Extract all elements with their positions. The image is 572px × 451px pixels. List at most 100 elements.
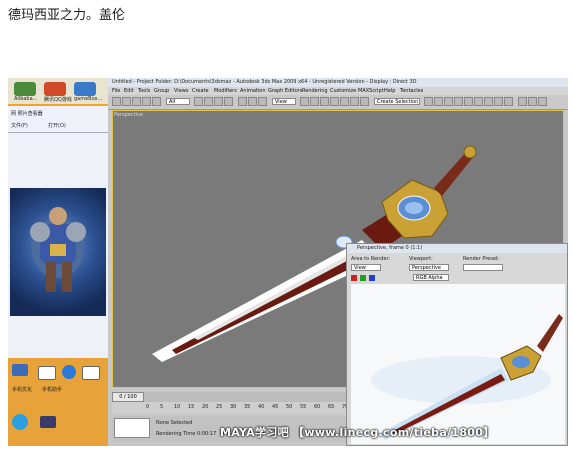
menu-create[interactable]: Create (192, 88, 209, 94)
bind-icon[interactable] (152, 97, 161, 106)
blue-channel-toggle[interactable] (369, 275, 375, 281)
media-player-icon[interactable] (82, 366, 100, 380)
restore-icon[interactable] (528, 97, 537, 106)
render-preset-label: Render Preset: (463, 256, 500, 262)
render-canvas (351, 284, 565, 444)
manipulate-icon[interactable] (310, 97, 319, 106)
menu-graph-editors[interactable]: Graph Editors (268, 88, 302, 94)
channel-dropdown[interactable]: RGB Alpha (413, 274, 449, 281)
hero-figure (30, 207, 86, 292)
render-production-icon[interactable] (504, 97, 513, 106)
schematic-view-icon[interactable] (464, 97, 473, 106)
selection-filter-dropdown[interactable]: All (166, 98, 190, 105)
menu-maxscript[interactable]: MAXScript (358, 88, 384, 94)
timeline-tick: 0 (146, 404, 150, 410)
maxscript-listener[interactable] (114, 418, 150, 438)
align-icon[interactable] (434, 97, 443, 106)
named-selection-set-dropdown[interactable]: Create Selection Set (374, 98, 420, 105)
select-icon[interactable] (194, 97, 203, 106)
red-channel-toggle[interactable] (351, 275, 357, 281)
watermark-text: MAYA学习吧 【www.linecg.com/tieba/1800】 (220, 426, 495, 439)
mirror-icon[interactable] (424, 97, 433, 106)
timeline-tick: 65 (328, 404, 335, 410)
viewer-menu-open[interactable]: 打开(O) (48, 122, 66, 129)
desktop-icon-3[interactable]: gameBox... (74, 82, 102, 102)
area-to-render-label: Area to Render: (351, 256, 391, 262)
rendered-frame-window-icon[interactable] (494, 97, 503, 106)
menu-animation[interactable]: Animation (240, 88, 266, 94)
curve-editor-icon[interactable] (454, 97, 463, 106)
scale-icon[interactable] (258, 97, 267, 106)
reference-coord-dropdown[interactable]: View (272, 98, 296, 105)
timeline-tick: 20 (202, 404, 209, 410)
pivot-icon[interactable] (300, 97, 309, 106)
angle-snap-icon[interactable] (330, 97, 339, 106)
menu-edit[interactable]: Edit (124, 88, 134, 94)
viewer-title: 网 照片查看器 (11, 111, 43, 117)
unlink-icon[interactable] (142, 97, 151, 106)
render-setup-icon[interactable] (484, 97, 493, 106)
max-window: Untitled - Project Folder: D:\Documents\… (108, 78, 568, 446)
menu-tools[interactable]: Tools (138, 88, 150, 94)
snap-icon[interactable] (320, 97, 329, 106)
timeline-tick: 10 (174, 404, 181, 410)
rect-select-icon[interactable] (214, 97, 223, 106)
timeline-tick: 25 (216, 404, 223, 410)
rendered-frame-window: Perspective, frame 0 (1:1) Area to Rende… (346, 243, 568, 446)
spinner-snap-icon[interactable] (350, 97, 359, 106)
link-icon[interactable] (132, 97, 141, 106)
render-preset-dropdown[interactable] (463, 264, 503, 271)
render-time-status: Rendering Time 0:00:17 (156, 431, 217, 437)
taskbar-app-icon[interactable] (12, 364, 28, 376)
media-player-icon[interactable] (38, 366, 56, 380)
redo-icon[interactable] (122, 97, 131, 106)
maximize-icon[interactable] (518, 97, 527, 106)
menu-file[interactable]: File (112, 88, 120, 94)
move-icon[interactable] (238, 97, 247, 106)
frame-counter[interactable]: 0 / 100 (112, 392, 144, 402)
edit-named-selection-icon[interactable] (360, 97, 369, 106)
material-editor-icon[interactable] (474, 97, 483, 106)
screenshot-image: Alibaba... 腾讯QQ游戏 gameBox... 网 照片查看器 文件(… (8, 78, 568, 446)
main-toolbar: All View Create Selection Set (108, 95, 568, 110)
timeline-tick: 30 (230, 404, 237, 410)
menu-tentacles[interactable]: Tentacles (400, 88, 423, 94)
max-title-bar: Untitled - Project Folder: D:\Documents\… (108, 78, 568, 87)
layer-manager-icon[interactable] (444, 97, 453, 106)
green-channel-toggle[interactable] (360, 275, 366, 281)
menu-help[interactable]: Help (384, 88, 395, 94)
select-by-name-icon[interactable] (204, 97, 213, 106)
app-icon (44, 82, 66, 96)
menu-modifiers[interactable]: Modifiers (214, 88, 237, 94)
menu-views[interactable]: Views (174, 88, 188, 94)
hero-artwork-image (10, 188, 106, 316)
timeline-tick: 40 (258, 404, 265, 410)
qq-icon[interactable] (12, 414, 28, 430)
close-icon[interactable] (538, 97, 547, 106)
desktop-taskbar: 手机优化 手机助手 (8, 358, 108, 446)
divider (8, 132, 108, 133)
desktop-icon-1[interactable]: Alibaba... (14, 82, 37, 102)
menu-customize[interactable]: Customize (330, 88, 356, 94)
window-crossing-icon[interactable] (224, 97, 233, 106)
rendered-sword-image (371, 314, 563, 440)
play-button[interactable] (62, 365, 76, 379)
undo-icon[interactable] (112, 97, 121, 106)
menu-group[interactable]: Group (154, 88, 169, 94)
menu-bar: File Edit Tools Group Views Create Modif… (108, 87, 568, 95)
page-title: 德玛西亚之力。盖伦 (8, 8, 126, 23)
rotate-icon[interactable] (248, 97, 257, 106)
area-to-render-dropdown[interactable]: View (351, 264, 381, 271)
timeline-tick: 45 (272, 404, 279, 410)
menu-rendering[interactable]: Rendering (302, 88, 328, 94)
desktop-icon-2[interactable]: 腾讯QQ游戏 (44, 82, 72, 103)
app-icon (74, 82, 96, 96)
viewport-dropdown[interactable]: Perspective (409, 264, 449, 271)
desktop-area: Alibaba... 腾讯QQ游戏 gameBox... 网 照片查看器 文件(… (8, 78, 109, 446)
percent-snap-icon[interactable] (340, 97, 349, 106)
timeline-tick: 35 (244, 404, 251, 410)
timeline-tick: 55 (300, 404, 307, 410)
taskbar-app-icon[interactable] (40, 416, 56, 428)
viewer-menu-file[interactable]: 文件(F) (11, 122, 28, 129)
timeline-tick: 5 (160, 404, 164, 410)
